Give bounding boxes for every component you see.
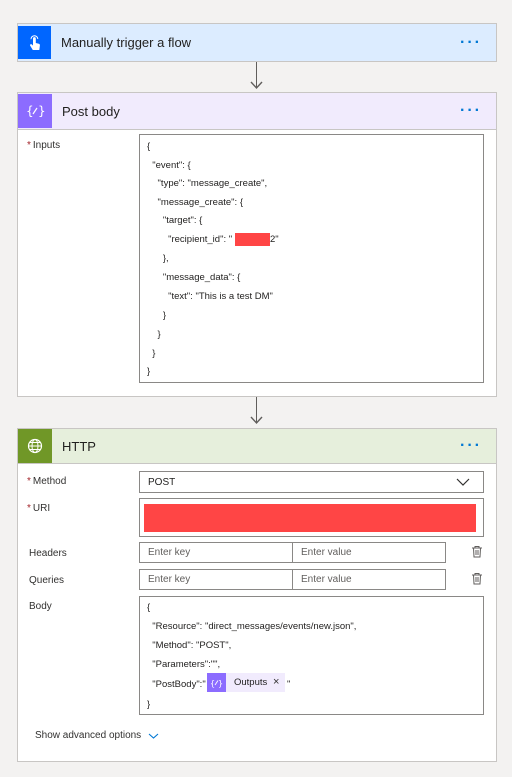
code-line: "message_data": { (147, 272, 241, 283)
http-icon-tile (18, 429, 52, 463)
delete-icon[interactable] (471, 572, 483, 585)
delete-icon[interactable] (471, 545, 483, 558)
code-line: } (147, 310, 167, 321)
queries-label: Queries (29, 575, 65, 586)
compose-icon: { } (26, 104, 45, 118)
code-line: "recipient_id": " (147, 234, 233, 245)
inputs-code-editor[interactable] (139, 134, 484, 383)
code-line: "text": "This is a test DM" (147, 291, 273, 302)
method-label: * Method (27, 476, 67, 487)
token-remove-button[interactable]: × (273, 676, 279, 688)
redacted-recipient-id (235, 233, 270, 246)
method-value: POST (148, 477, 176, 488)
code-line: } (147, 348, 156, 359)
code-line: "target": { (147, 215, 203, 226)
method-dropdown[interactable]: POST (139, 471, 484, 493)
token-icon-tile: { } (207, 673, 226, 692)
code-line: "type": "message_create", (147, 178, 268, 189)
trigger-more-button[interactable]: ··· (460, 34, 482, 51)
token-label: Outputs (234, 677, 268, 688)
compose-icon: { } (210, 679, 223, 688)
http-title: HTTP (62, 438, 96, 454)
body-label: Body (29, 601, 52, 612)
queries-key-input[interactable]: Enter key (139, 569, 292, 590)
svg-text:{: { (26, 104, 34, 118)
trigger-card-header[interactable]: Manually trigger a flow ··· (17, 23, 497, 62)
headers-value-input[interactable]: Enter value (292, 542, 446, 563)
body-line: "Resource": "direct_messages/events/new.… (147, 621, 357, 632)
http-more-button[interactable]: ··· (460, 438, 482, 454)
inputs-label: * Inputs (27, 140, 61, 151)
show-advanced-label: Show advanced options (35, 730, 142, 741)
code-line: "message_create": { (147, 197, 243, 208)
code-line: }, (147, 253, 169, 264)
show-advanced-options-link[interactable]: Show advanced options (35, 730, 159, 741)
http-card-header[interactable]: HTTP ··· (17, 428, 497, 464)
post-body-more-button[interactable]: ··· (460, 103, 482, 119)
svg-text:}: } (218, 679, 223, 688)
post-body-icon-tile: { } (18, 94, 52, 128)
body-line: { (147, 602, 151, 613)
outputs-token[interactable]: { } Outputs × (207, 673, 285, 692)
uri-field[interactable] (139, 498, 484, 537)
code-line: } (147, 366, 151, 377)
svg-text:{: { (210, 679, 215, 688)
code-line: { (147, 141, 151, 152)
arrow-down-icon (250, 416, 263, 425)
uri-label: * URI (27, 503, 51, 514)
touch-icon (29, 34, 40, 50)
code-line-suffix: 2" (270, 234, 279, 245)
trigger-title: Manually trigger a flow (61, 35, 192, 50)
body-line: } (147, 699, 151, 710)
headers-value-placeholder: Enter value (301, 547, 352, 558)
queries-value-input[interactable]: Enter value (292, 569, 446, 590)
body-line: "PostBody":" (147, 679, 206, 690)
code-line: } (147, 329, 161, 340)
body-line-tail: " (287, 679, 291, 690)
chevron-down-icon (456, 478, 470, 486)
body-code-editor[interactable] (139, 596, 484, 715)
arrow-down-icon (250, 81, 263, 90)
headers-label: Headers (29, 548, 67, 559)
queries-key-placeholder: Enter key (148, 574, 191, 585)
trigger-icon-tile (18, 26, 51, 59)
body-line: "Parameters":"", (147, 659, 221, 670)
redacted-uri (144, 504, 476, 532)
headers-key-placeholder: Enter key (148, 547, 191, 558)
code-line: "event": { (147, 160, 191, 171)
queries-value-placeholder: Enter value (301, 574, 352, 585)
post-body-card-header[interactable]: { } Post body ··· (17, 92, 497, 130)
headers-key-input[interactable]: Enter key (139, 542, 292, 563)
svg-text:}: } (38, 104, 45, 118)
chevron-down-icon (148, 733, 159, 739)
globe-icon (27, 438, 43, 454)
body-line: "Method": "POST", (147, 640, 232, 651)
post-body-title: Post body (62, 103, 120, 119)
